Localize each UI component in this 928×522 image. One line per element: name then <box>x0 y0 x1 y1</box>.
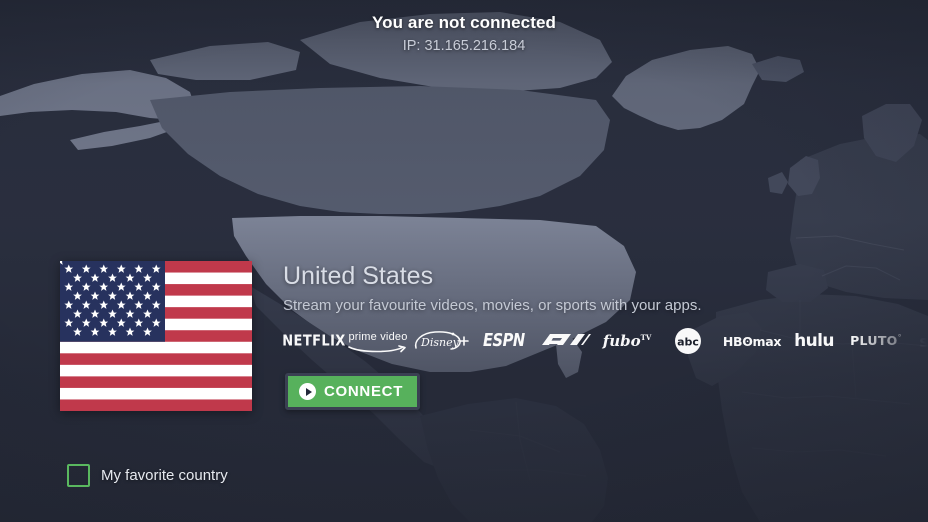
svg-text:abc: abc <box>677 336 699 349</box>
svg-text:Disney: Disney <box>420 336 460 349</box>
pluto-tv-logo-icon: PLUTO° <box>850 333 902 349</box>
play-icon <box>299 383 316 400</box>
checkbox-box-icon[interactable] <box>67 464 90 487</box>
streaming-services-strip: NETFLIX prime video Disney ESPN fuboTV a… <box>282 326 928 356</box>
connection-status-header: You are not connected IP: 31.165.216.184 <box>0 12 928 56</box>
hbo-max-logo-icon: HBʘmax <box>722 333 782 349</box>
us-flag-icon <box>60 261 252 411</box>
prime-video-logo-icon: prime video <box>345 326 411 356</box>
netflix-logo-icon: NETFLIX <box>282 332 346 350</box>
disney-plus-logo-icon: Disney <box>411 326 473 356</box>
connection-status-title: You are not connected <box>371 13 557 32</box>
connect-button-label: CONNECT <box>324 383 404 400</box>
f1-logo-icon <box>535 326 597 356</box>
favorite-country-label: My favorite country <box>101 467 228 484</box>
country-tagline: Stream your favourite videos, movies, or… <box>283 297 702 314</box>
abc-logo-icon: abc <box>657 326 719 356</box>
fubo-tv-logo-icon: fuboTV <box>602 332 652 350</box>
hulu-logo-icon: hulu <box>794 331 834 351</box>
ip-address-label: IP: 31.165.216.184 <box>402 38 526 54</box>
country-name: United States <box>283 262 434 290</box>
vpn-connect-screen: You are not connected IP: 31.165.216.184 <box>0 0 928 522</box>
sling-tv-logo-icon: sli <box>919 331 928 351</box>
favorite-country-checkbox[interactable]: My favorite country <box>67 464 228 487</box>
espn-logo-icon: ESPN <box>483 331 525 351</box>
country-info-block: United States Stream your favourite vide… <box>283 260 702 317</box>
connect-button[interactable]: CONNECT <box>285 373 421 410</box>
